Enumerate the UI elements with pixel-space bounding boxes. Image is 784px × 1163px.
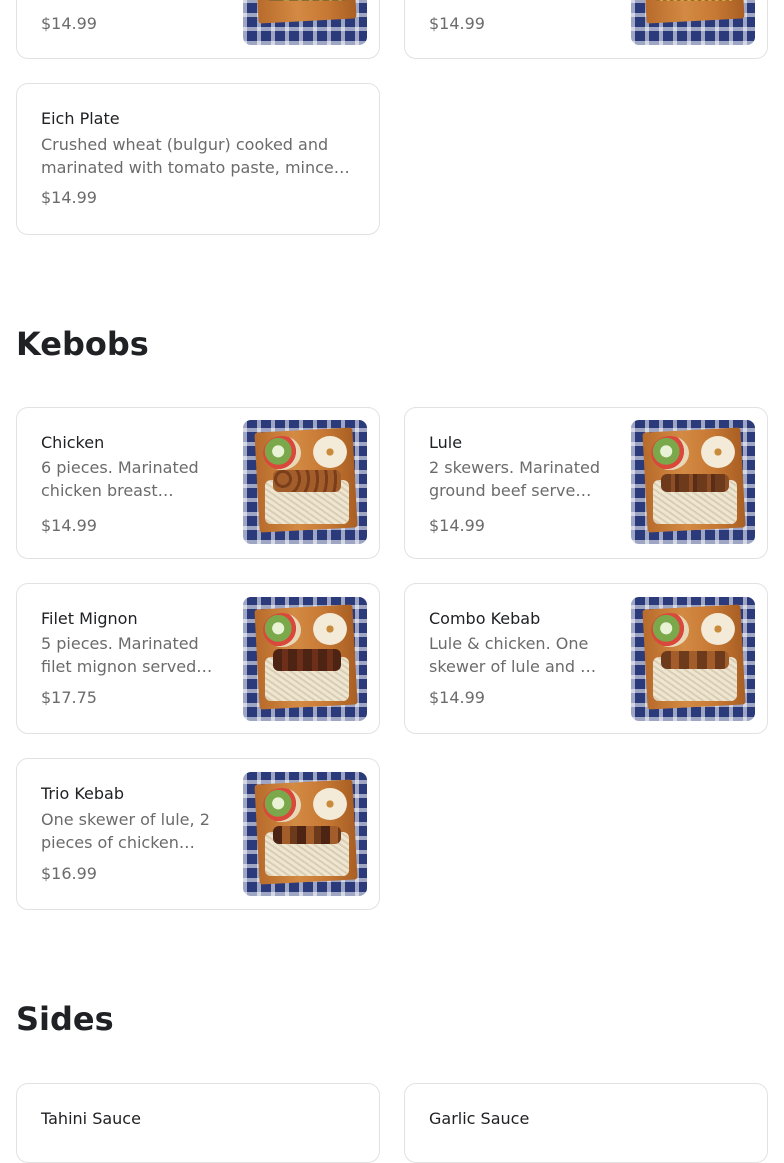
menu-item-card[interactable]: Chicken 6 pieces. Marinated chicken brea…	[16, 407, 380, 559]
menu-item-name: Chicken	[41, 433, 105, 452]
menu-item-description: 6 pieces. Marinated chicken breast serve…	[41, 458, 199, 500]
food-salad	[263, 788, 301, 822]
menu-item-price: $16.99	[41, 864, 97, 883]
menu-item-price: $14.99	[429, 14, 485, 33]
food-hummus	[701, 613, 735, 645]
menu-item-price: $14.99	[429, 688, 485, 707]
food-fries	[653, 0, 737, 1]
menu-item-price: $14.99	[41, 188, 97, 207]
menu-item-name: Combo Kebab	[429, 609, 541, 628]
food-hummus	[701, 436, 735, 468]
food-meat	[273, 826, 341, 844]
menu-item-description: 2 skewers. Marinated ground beef served …	[429, 458, 601, 500]
menu-item-card[interactable]: $14.99	[16, 0, 380, 59]
food-photo	[243, 420, 367, 544]
menu-item-card[interactable]: Tahini Sauce	[16, 1083, 380, 1163]
food-board	[255, 0, 357, 24]
menu-item-name: Trio Kebab	[41, 784, 124, 803]
menu-item-name: Lule	[429, 433, 463, 452]
food-photo	[243, 0, 367, 45]
menu-item-card[interactable]: Lule 2 skewers. Marinated ground beef se…	[404, 407, 768, 559]
menu-item-card[interactable]: Eich Plate Crushed wheat (bulgur) cooked…	[16, 83, 380, 235]
menu-item-price: $17.75	[41, 688, 97, 707]
menu-item-card[interactable]: Filet Mignon 5 pieces. Marinated filet m…	[16, 583, 380, 734]
menu-item-description: Crushed wheat (bulgur) cooked and marina…	[41, 135, 344, 177]
food-salad	[651, 613, 689, 647]
food-meat	[273, 470, 341, 492]
food-hummus	[313, 788, 347, 820]
menu-item-card[interactable]: Combo Kebab Lule & chicken. One skewer o…	[404, 583, 768, 734]
food-falafel	[265, 0, 349, 1]
section-title-kebobs: Kebobs	[16, 325, 149, 363]
menu-item-name: Tahini Sauce	[41, 1109, 141, 1128]
food-hummus	[313, 436, 347, 468]
food-hummus	[313, 613, 347, 645]
menu-item-price: $14.99	[41, 516, 97, 535]
food-meat	[661, 474, 729, 492]
menu-item-price: $14.99	[41, 14, 97, 33]
food-board	[643, 0, 745, 24]
menu-item-card[interactable]: Trio Kebab One skewer of lule, 2 pieces …	[16, 758, 380, 910]
menu-item-card[interactable]: Garlic Sauce	[404, 1083, 768, 1163]
food-meat	[273, 649, 341, 671]
food-photo	[631, 420, 755, 544]
menu-item-card[interactable]: $14.99	[404, 0, 768, 59]
menu-item-name: Eich Plate	[41, 109, 120, 128]
food-photo	[243, 597, 367, 721]
food-photo	[631, 0, 755, 45]
food-salad	[651, 436, 689, 470]
food-salad	[263, 436, 301, 470]
food-photo	[631, 597, 755, 721]
section-title-sides: Sides	[16, 1000, 114, 1038]
food-salad	[263, 613, 301, 647]
menu-item-price: $14.99	[429, 516, 485, 535]
menu-item-name: Garlic Sauce	[429, 1109, 530, 1128]
menu-item-description: One skewer of lule, 2 pieces of chicken …	[41, 810, 210, 852]
food-meat	[661, 651, 729, 669]
menu-item-description: Lule & chicken. One skewer of lule and 3…	[429, 634, 591, 676]
food-photo	[243, 772, 367, 896]
menu-item-description: 5 pieces. Marinated filet mignon served …	[41, 634, 199, 676]
menu-item-name: Filet Mignon	[41, 609, 138, 628]
